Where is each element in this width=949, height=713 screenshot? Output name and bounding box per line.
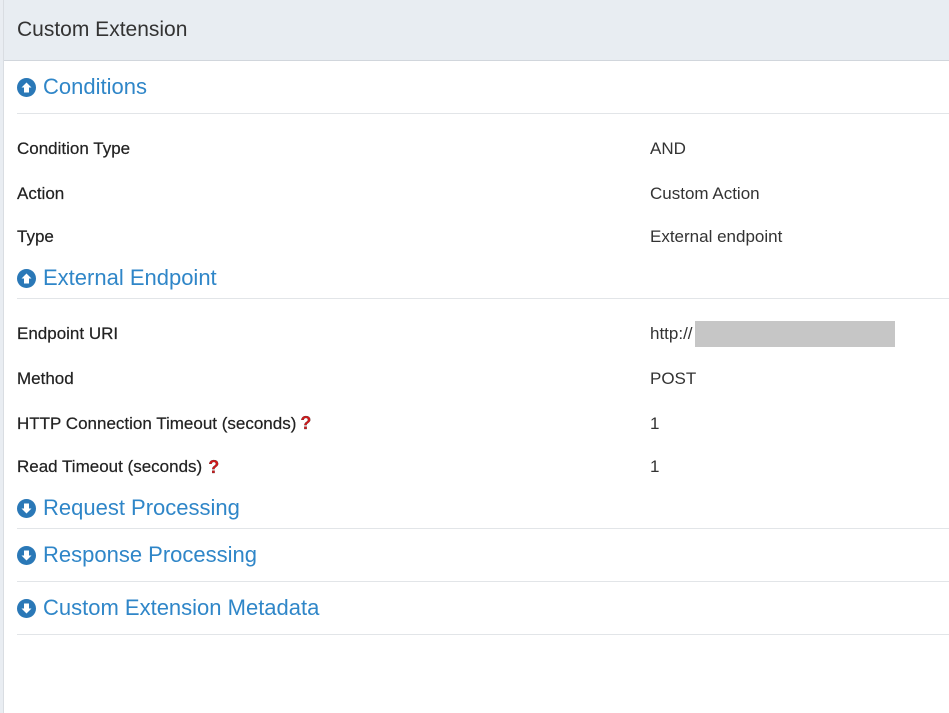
section-toggle-response-processing[interactable]: Response Processing [17, 529, 949, 582]
circle-arrow-up-icon [17, 268, 36, 288]
property-value: 1 [650, 457, 660, 476]
section-toggle-conditions[interactable]: Conditions [17, 61, 949, 114]
panel-header: Custom Extension [4, 0, 949, 61]
property-row: Read Timeout (seconds) ? 1 [17, 446, 949, 488]
property-row: Type External endpoint [17, 216, 949, 258]
property-label-with-help: Read Timeout (seconds) ? [17, 456, 650, 478]
section-title-conditions: Conditions [43, 74, 147, 99]
section-title-external-endpoint: External Endpoint [43, 265, 217, 290]
property-label-with-help: HTTP Connection Timeout (seconds) ? [17, 413, 650, 434]
panel-content: Conditions Condition Type AND Action Cus… [4, 61, 949, 635]
property-label: Method [17, 368, 74, 388]
section-title-request-processing: Request Processing [43, 495, 240, 520]
custom-extension-panel: Custom Extension Conditions Condition Ty… [3, 0, 949, 713]
section-toggle-external-endpoint[interactable]: External Endpoint [17, 258, 949, 299]
circle-arrow-down-icon [17, 545, 36, 565]
property-label: Condition Type [17, 138, 131, 158]
section-title-response-processing: Response Processing [43, 542, 258, 567]
property-value: External endpoint [650, 227, 783, 246]
external-endpoint-rows: Endpoint URI http:// Method POST HTTP Co… [17, 299, 949, 488]
section-toggle-request-processing[interactable]: Request Processing [17, 488, 949, 529]
property-value: POST [650, 368, 697, 388]
circle-arrow-down-icon [17, 598, 36, 618]
circle-arrow-up-icon [17, 77, 36, 97]
property-label: Read Timeout (seconds) [17, 457, 203, 476]
property-row: Endpoint URI http:// [17, 311, 949, 356]
property-value: Custom Action [650, 183, 760, 203]
property-value: AND [650, 138, 686, 158]
property-row: Method POST [17, 356, 949, 401]
property-label: Action [17, 183, 65, 203]
section-title-metadata: Custom Extension Metadata [43, 595, 320, 620]
redacted-block [694, 320, 895, 347]
property-row: Condition Type AND [17, 126, 949, 171]
property-label: Endpoint URI [17, 323, 119, 343]
section-toggle-metadata[interactable]: Custom Extension Metadata [17, 582, 949, 635]
property-label: Type [17, 227, 54, 246]
property-row: Action Custom Action [17, 171, 949, 216]
property-value: http:// [650, 323, 693, 343]
property-row: HTTP Connection Timeout (seconds) ? 1 [17, 401, 949, 446]
property-label: HTTP Connection Timeout (seconds) [17, 413, 297, 433]
circle-arrow-down-icon [17, 498, 36, 518]
panel-title: Custom Extension [17, 18, 188, 41]
endpoint-uri-value: http:// [650, 320, 895, 347]
property-value: 1 [650, 413, 660, 433]
conditions-rows: Condition Type AND Action Custom Action … [17, 114, 949, 258]
help-question-icon[interactable]: ? [300, 413, 311, 434]
help-question-icon[interactable]: ? [208, 456, 219, 478]
